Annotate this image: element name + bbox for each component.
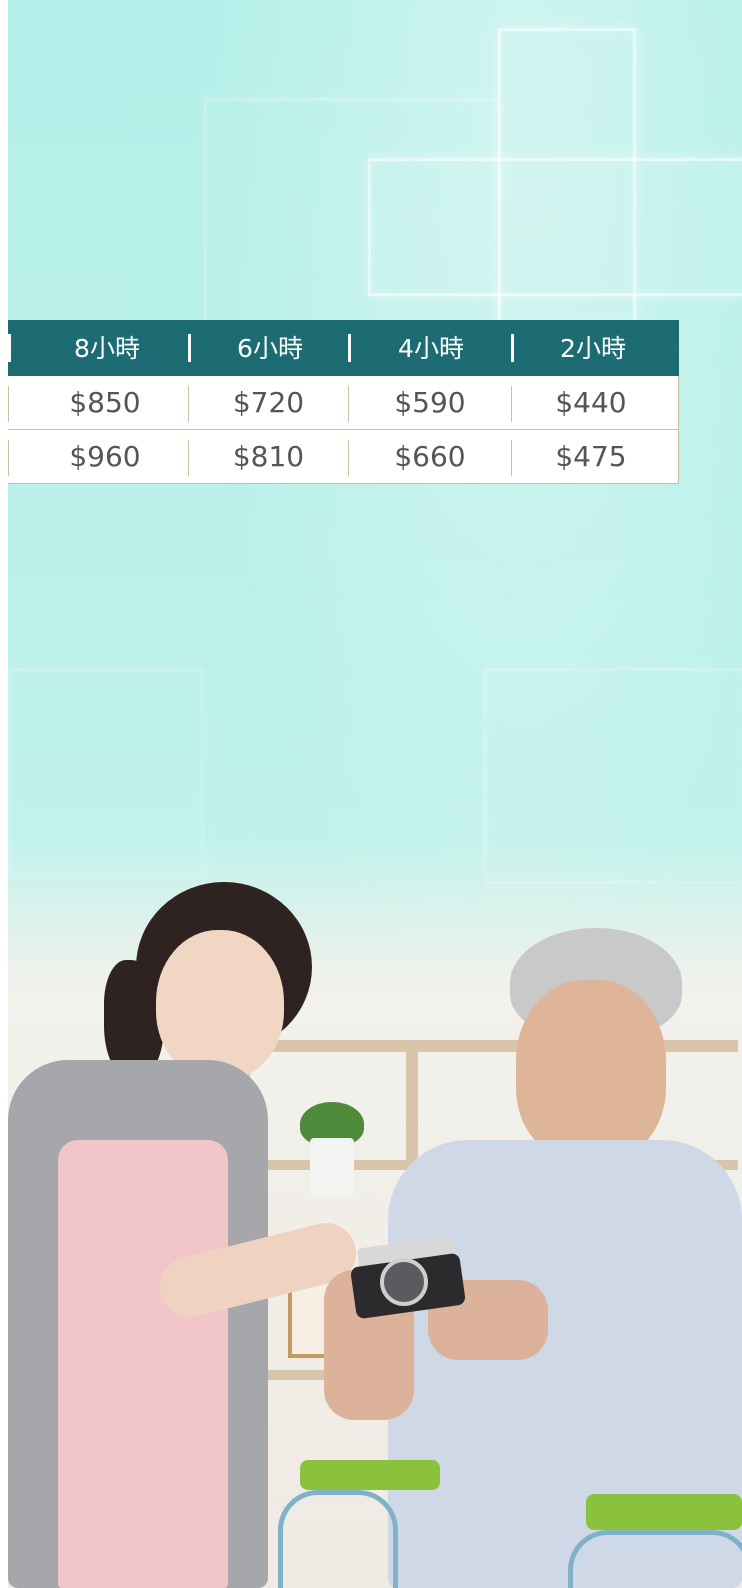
price-cell: $660 bbox=[394, 440, 466, 473]
banner-page: 8小時 6小時 4小時 2小時 $850 $720 $590 $440 $960 bbox=[8, 0, 742, 1588]
price-cell: $960 bbox=[69, 440, 141, 473]
price-cell: $440 bbox=[555, 386, 627, 419]
header-4-hours: 4小時 bbox=[398, 334, 464, 363]
table-body: $850 $720 $590 $440 $960 $810 $660 $475 bbox=[8, 376, 679, 484]
table-row: $850 $720 $590 $440 bbox=[8, 376, 678, 429]
price-cell: $475 bbox=[555, 440, 627, 473]
price-cell: $850 bbox=[69, 386, 141, 419]
header-divider bbox=[8, 334, 11, 362]
table-row: $960 $810 $660 $475 bbox=[8, 429, 678, 483]
cell-divider bbox=[8, 386, 9, 422]
price-cell: $810 bbox=[232, 440, 305, 473]
header-8-hours: 8小時 bbox=[74, 334, 140, 363]
pricing-table: 8小時 6小時 4小時 2小時 $850 $720 $590 $440 $960 bbox=[8, 320, 679, 484]
header-2-hours: 2小時 bbox=[560, 334, 626, 363]
price-cell: $590 bbox=[394, 386, 466, 419]
cell-divider bbox=[8, 440, 9, 476]
header-6-hours: 6小時 bbox=[237, 334, 303, 363]
table-header-row: 8小時 6小時 4小時 2小時 bbox=[8, 320, 679, 376]
left-edge-strip bbox=[0, 0, 8, 1588]
caregiver-photo bbox=[8, 840, 742, 1588]
price-cell: $720 bbox=[232, 386, 305, 419]
